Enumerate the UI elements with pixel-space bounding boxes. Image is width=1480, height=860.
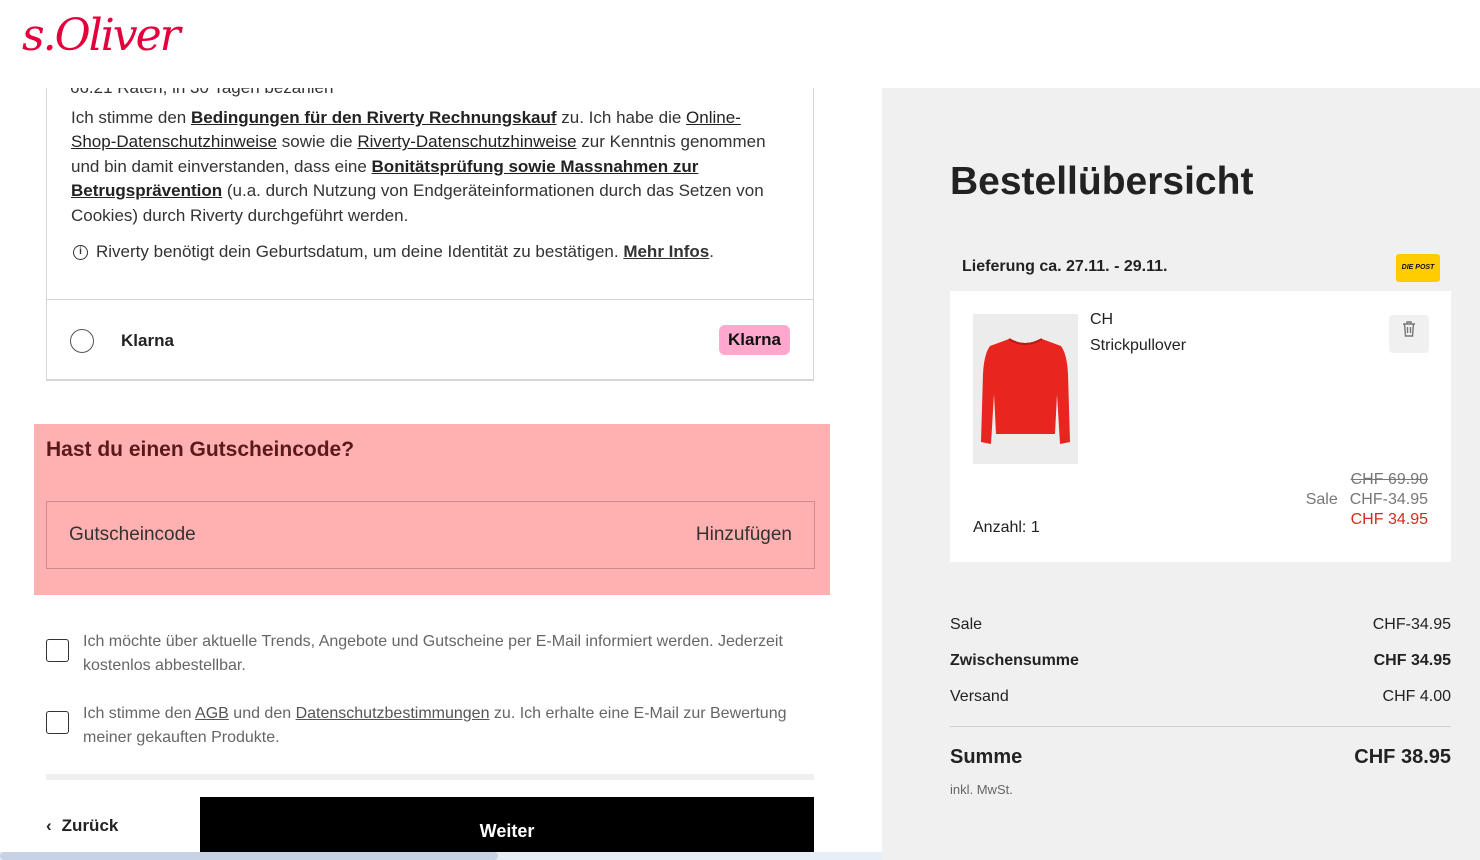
info-icon: i [73,244,88,260]
product-brand: CH [1090,311,1114,328]
cart-item: CH Strickpullover CHF 69.90 Sale CHF-34.9… [950,291,1451,562]
birthdate-info: i Riverty benötigt dein Geburtsdatum, um… [73,242,714,262]
terms-checkbox[interactable] [46,711,69,734]
newsletter-consent: Ich möchte über aktuelle Trends, Angebot… [46,630,826,678]
horizontal-scrollbar-thumb[interactable] [0,852,498,860]
trash-icon[interactable] [1389,315,1429,353]
product-name[interactable]: Strickpullover [1090,337,1186,355]
voucher-add-button[interactable]: Hinzufügen [696,524,792,546]
klarna-logo: Klarna [719,325,790,355]
header: s.Oliver [0,0,1480,88]
back-button[interactable]: ‹ Zurück [46,816,118,836]
shipping-row: Versand CHF 4.00 [950,688,1451,705]
voucher-placeholder: Gutscheincode [69,524,196,545]
checkout-form: 66.21 Raten, in 30 Tagen bezahlen Ich st… [0,88,882,860]
klarna-radio[interactable] [70,329,94,353]
klarna-label: Klarna [121,331,174,350]
product-image[interactable] [973,314,1078,464]
voucher-input[interactable]: Gutscheincode Hinzufügen [46,501,815,569]
sale-row: Sale CHF-34.95 [950,616,1451,633]
terms-label: Ich stimme den AGB und den Datenschutzbe… [83,705,787,746]
terms-consent: Ich stimme den AGB und den Datenschutzbe… [46,702,826,750]
riverty-consent-text: Ich stimme den Bedingungen für den River… [71,108,766,225]
riverty-privacy-link[interactable]: Riverty-Datenschutzhinweise [357,132,576,151]
newsletter-label: Ich möchte über aktuelle Trends, Angebot… [83,633,783,674]
agb-link[interactable]: AGB [195,705,229,722]
newsletter-checkbox[interactable] [46,639,69,662]
post-logo: DIE POST [1396,254,1440,282]
voucher-section: Hast du einen Gutscheincode? Gutscheinco… [34,424,830,595]
privacy-policy-link[interactable]: Datenschutzbestimmungen [296,705,490,722]
original-price: CHF 69.90 [1350,471,1428,488]
divider [46,774,814,780]
delivery-estimate: Lieferung ca. 27.11. - 29.11. [962,258,1168,275]
sale-discount: Sale CHF-34.95 [1305,491,1428,508]
brand-logo[interactable]: s.Oliver [22,10,181,61]
subtotal-row: Zwischensumme CHF 34.95 [950,652,1451,669]
sweater-image [981,338,1070,444]
chevron-left-icon: ‹ [46,816,52,835]
sale-price: CHF 34.95 [1350,511,1428,528]
quantity: Anzahl: 1 [973,519,1040,536]
summary-divider [950,726,1451,727]
total-row: Summe CHF 38.95 [950,746,1451,768]
order-summary: Bestellübersicht Lieferung ca. 27.11. - … [882,88,1480,860]
more-info-link[interactable]: Mehr Infos [623,242,709,261]
continue-button[interactable]: Weiter [200,797,814,860]
voucher-title: Hast du einen Gutscheincode? [46,438,355,461]
vat-note: inkl. MwSt. [950,782,1013,797]
trash-glyph [1403,321,1415,337]
klarna-payment-option[interactable]: Klarna Klarna [46,299,814,381]
summary-title: Bestellübersicht [950,160,1254,203]
riverty-terms-link[interactable]: Bedingungen für den Riverty Rechnungskau… [191,108,557,127]
